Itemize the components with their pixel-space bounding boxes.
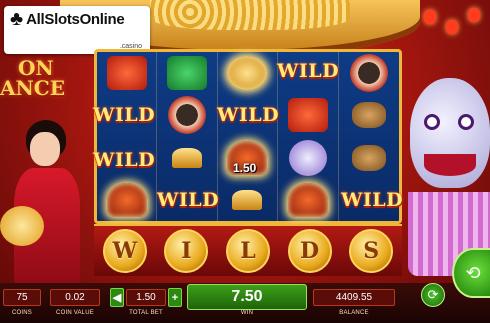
reel-cell	[339, 137, 399, 179]
coin-letter: D	[287, 229, 332, 273]
lion-dance-character	[404, 56, 490, 276]
wild-label: WILD	[277, 60, 340, 82]
reel-cell	[97, 178, 158, 221]
increase-bet-button[interactable]: +	[168, 288, 182, 307]
envelope-symbol-icon	[287, 98, 328, 133]
balance-field: 4409.55	[313, 289, 395, 306]
reel-cell	[278, 178, 339, 221]
reel-cell	[339, 94, 399, 136]
red-bat-symbol-icon	[106, 182, 147, 217]
coin-value-field[interactable]: 0.02	[50, 289, 100, 306]
win-label: WIN	[240, 310, 254, 316]
red-bat-symbol-icon	[287, 182, 328, 217]
win-display: 7.50	[187, 284, 307, 310]
gold-coin-pile	[150, 0, 350, 30]
wild-label: WILD	[341, 189, 404, 211]
title-line-2: ANCE	[0, 76, 65, 100]
game-stage: ♣ AllSlotsOnline .casino ON ANCE WILD WI…	[0, 0, 490, 323]
reel-cell	[218, 178, 279, 221]
gold-fan-icon	[0, 206, 44, 246]
control-bar: 75 COINS 0.02 COIN VALUE ◀ 1.50 + TOTAL …	[0, 283, 490, 323]
ingot-symbol-icon	[227, 56, 268, 91]
spin-button[interactable]: ⟲	[452, 248, 490, 298]
reel-cell	[278, 136, 339, 179]
logo-text: AllSlotsOnline	[26, 10, 125, 28]
lady-symbol-icon	[349, 54, 388, 93]
coins-label: COINS	[11, 310, 32, 316]
wild-label: WILD	[93, 104, 156, 126]
lion-eye-icon	[458, 114, 474, 130]
reel-cell	[157, 94, 218, 137]
gold-ingot-symbol-icon	[172, 147, 203, 168]
lanterns-decoration	[420, 6, 490, 56]
coin-letter: I	[164, 229, 209, 273]
spin-icon: ⟲	[465, 262, 481, 283]
dancer-character	[0, 110, 92, 295]
coins-field[interactable]: 75	[3, 289, 41, 306]
wild-label: WILD	[217, 104, 280, 126]
lantern-icon	[446, 20, 458, 34]
coin-letter: L	[225, 229, 270, 273]
wild-label: WILD	[157, 189, 220, 211]
coin-letter: S	[349, 229, 394, 273]
line-win-amount: 1.50	[233, 161, 257, 175]
reel-cell	[278, 94, 339, 137]
title-line-1: ON	[18, 56, 54, 80]
lion-symbol-icon	[288, 139, 327, 176]
coin-letter: W	[102, 229, 147, 273]
total-bet-label: TOTAL BET	[129, 310, 163, 316]
reel-cell	[218, 52, 279, 95]
bowl-symbol-icon	[351, 102, 386, 129]
reel-cell	[157, 52, 218, 95]
gold-ingot-symbol-icon	[232, 189, 263, 210]
lantern-icon	[424, 10, 436, 24]
total-bet-field: 1.50	[126, 289, 166, 306]
lion-eye-icon	[424, 114, 440, 130]
wilds-coin-row: W I L D S	[94, 224, 402, 276]
reel-cell	[157, 136, 218, 179]
reel-cell	[339, 52, 399, 94]
lantern-symbol-icon	[106, 56, 147, 91]
site-logo: ♣ AllSlotsOnline .casino	[4, 6, 150, 54]
bowl-symbol-icon	[351, 144, 386, 171]
wild-label: WILD	[93, 149, 156, 171]
game-title: ON ANCE	[0, 58, 95, 118]
decrease-bet-button[interactable]: ◀	[110, 288, 124, 307]
club-icon: ♣	[10, 8, 24, 30]
balance-label: BALANCE	[339, 310, 369, 316]
lantern-icon	[468, 8, 480, 22]
lady-symbol-icon	[168, 96, 207, 135]
dragon-symbol-icon	[167, 56, 208, 91]
coin-value-label: COIN VALUE	[56, 310, 94, 316]
reels-area: WILD WILD WILD WILD WILD WILD 1.50	[93, 49, 404, 224]
reel-cell	[97, 52, 158, 95]
autoplay-icon[interactable]: ⟳	[421, 283, 445, 307]
